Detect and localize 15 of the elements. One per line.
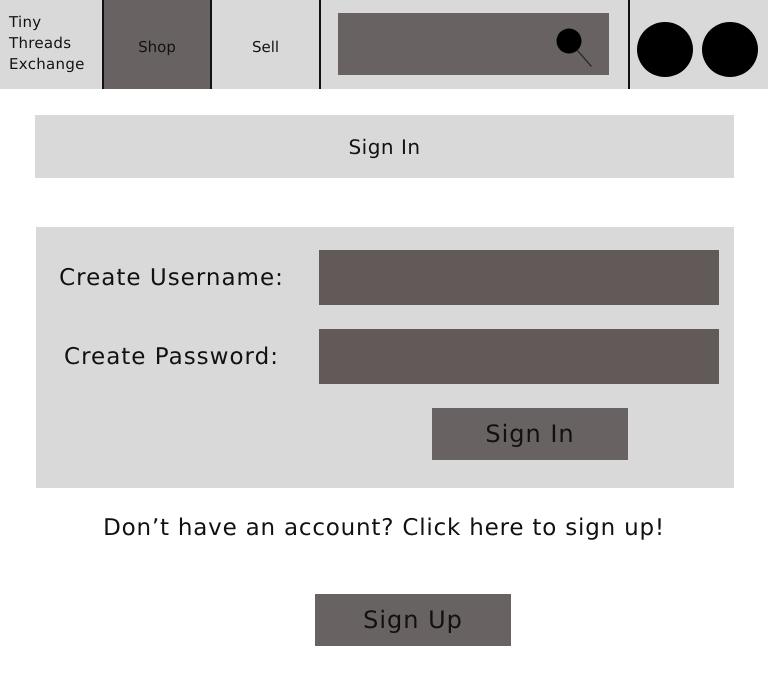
field-label: Create Username: [58,264,285,290]
sign-up-button[interactable]: Sign Up [315,594,511,646]
signup-prompt: Don’t have an account? Click here to sign up! [102,514,666,542]
circle-icon[interactable] [702,22,758,77]
sign-in-button[interactable]: Sign In [432,408,628,460]
nav-tab[interactable]: Sell [212,0,321,89]
page-title: Sign In [348,134,421,159]
logo-text: Tiny Threads Exchange [9,12,85,75]
nav-tab[interactable]: Shop [104,0,212,89]
circle-icon[interactable] [637,22,693,77]
input-field[interactable] [319,329,719,384]
search-icon[interactable] [556,28,592,67]
search-field[interactable] [338,13,609,75]
input-field[interactable] [319,250,719,305]
field-label: Create Password: [63,344,280,370]
